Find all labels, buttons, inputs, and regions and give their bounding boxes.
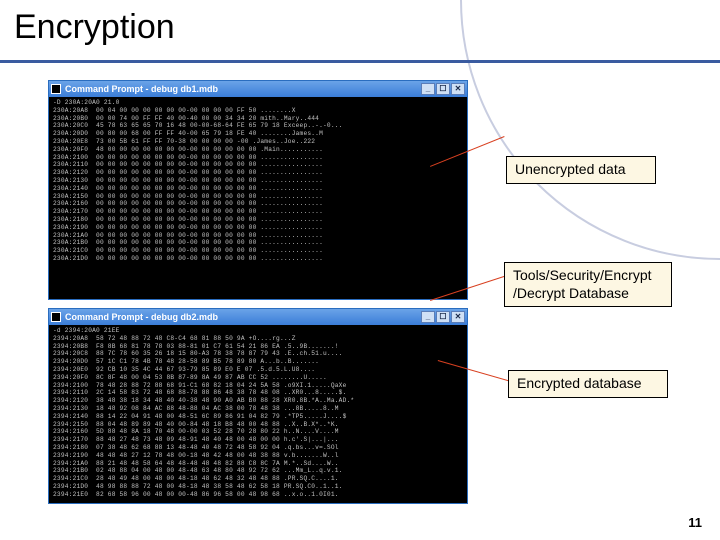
titlebar: Command Prompt - debug db1.mdb _ ☐ ✕ bbox=[49, 81, 467, 97]
page-number: 11 bbox=[688, 515, 702, 530]
close-button[interactable]: ✕ bbox=[451, 311, 465, 323]
cmd-icon bbox=[51, 84, 61, 94]
minimize-button[interactable]: _ bbox=[421, 311, 435, 323]
label-unencrypted: Unencrypted data bbox=[506, 156, 656, 184]
titlebar: Command Prompt - debug db2.mdb _ ☐ ✕ bbox=[49, 309, 467, 325]
label-encrypted: Encrypted database bbox=[508, 370, 668, 398]
console-output: -D 230A:20A0 21.0 230A:20A8 00 04 00 00 … bbox=[49, 97, 467, 299]
close-button[interactable]: ✕ bbox=[451, 83, 465, 95]
minimize-button[interactable]: _ bbox=[421, 83, 435, 95]
slide-title: Encryption bbox=[14, 8, 175, 47]
window-title: Command Prompt - debug db2.mdb bbox=[65, 312, 218, 322]
console-output: -d 2394:20A0 21EE 2394:20A8 58 72 48 88 … bbox=[49, 325, 467, 503]
cmd-window-encrypted: Command Prompt - debug db2.mdb _ ☐ ✕ -d … bbox=[48, 308, 468, 504]
cmd-icon bbox=[51, 312, 61, 322]
title-underline bbox=[0, 60, 720, 63]
label-menu-path: Tools/Security/Encrypt /Decrypt Database bbox=[504, 262, 672, 307]
cmd-window-unencrypted: Command Prompt - debug db1.mdb _ ☐ ✕ -D … bbox=[48, 80, 468, 300]
maximize-button[interactable]: ☐ bbox=[436, 311, 450, 323]
decorative-arc bbox=[460, 0, 720, 260]
maximize-button[interactable]: ☐ bbox=[436, 83, 450, 95]
window-title: Command Prompt - debug db1.mdb bbox=[65, 84, 218, 94]
